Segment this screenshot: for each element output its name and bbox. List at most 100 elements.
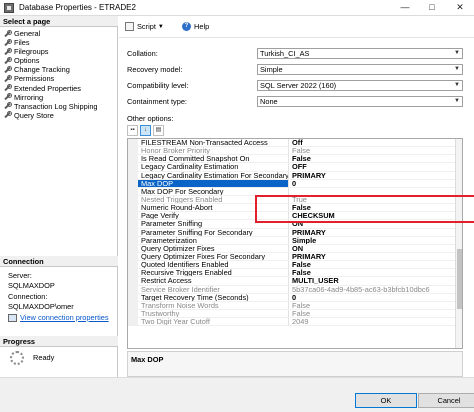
option-value[interactable] (290, 188, 456, 196)
option-value[interactable]: False (290, 155, 456, 164)
sidebar-item-general[interactable]: General (3, 29, 116, 38)
option-row[interactable]: Transform Noise Words False (128, 301, 462, 310)
wrench-icon (3, 38, 12, 47)
option-name: Restrict Access (138, 277, 289, 286)
option-row[interactable]: Parameter Sniffing ON (128, 220, 462, 229)
option-value[interactable]: 5b37ca06-4ad9-4b85-ac63-b3bfcb10dbc6 (290, 286, 456, 294)
sidebar-item-filegroups[interactable]: Filegroups (3, 47, 116, 56)
containment-type-select[interactable]: None ▼ (257, 96, 463, 107)
sidebar-item-options[interactable]: Options (3, 56, 116, 65)
option-name: Parameterization (138, 236, 289, 245)
option-row[interactable]: Query Optimizer Fixes For Secondary PRIMA… (128, 252, 462, 262)
other-options-label: Other options: (127, 114, 174, 123)
option-name: Recursive Triggers Enabled (138, 269, 289, 278)
title-bar: Database Properties - ETRADE2 — □ ✕ (0, 0, 474, 16)
sidebar-item-extended-properties[interactable]: Extended Properties (3, 84, 116, 93)
option-row[interactable]: Honor Broker Priority False (128, 147, 462, 156)
option-value[interactable]: MULTI_USER (290, 277, 456, 286)
sidebar-item-permissions[interactable]: Permissions (3, 74, 116, 83)
sidebar-item-label: Filegroups (14, 47, 49, 57)
minimize-button[interactable]: — (392, 0, 418, 16)
option-value[interactable]: Simple (290, 237, 456, 245)
script-button[interactable]: Script ▼ (125, 22, 164, 31)
chevron-down-icon: ▼ (454, 66, 460, 72)
option-value[interactable]: OFF (290, 163, 456, 172)
sidebar-item-query-store[interactable]: Query Store (3, 111, 116, 120)
close-button[interactable]: ✕ (447, 0, 473, 16)
option-row[interactable]: Is Read Committed Snapshot On False (128, 155, 462, 164)
option-row[interactable]: Target Recovery Time (Seconds) 0 (128, 293, 462, 302)
option-row[interactable]: Max DOP 0 (128, 179, 462, 188)
view-connection-properties-link[interactable]: View connection properties (20, 313, 109, 322)
option-value[interactable]: PRIMARY (290, 172, 456, 180)
chevron-down-icon: ▼ (157, 23, 164, 30)
option-value[interactable]: False (290, 310, 456, 319)
option-name: Query Optimizer Fixes For Secondary (138, 252, 289, 262)
script-icon (125, 22, 134, 31)
row-gutter (128, 301, 138, 310)
option-row[interactable]: FILESTREAM Non-Transacted Access Off (128, 139, 462, 148)
recovery-model-select[interactable]: Simple ▼ (257, 64, 463, 75)
grid-scrollbar[interactable] (455, 139, 462, 348)
option-row[interactable]: Legacy Cardinality Estimation For Second… (128, 171, 462, 180)
option-value[interactable]: CHECKSUM (290, 212, 456, 221)
option-value[interactable]: PRIMARY (290, 253, 456, 262)
alphabetical-sort-icon[interactable]: ↓ (140, 125, 151, 136)
option-name: Parameter Sniffing For Secondary (138, 228, 289, 237)
option-row[interactable]: Parameterization Simple (128, 236, 462, 245)
option-row[interactable]: Service Broker Identifier 5b37ca06-4ad9-4… (128, 285, 462, 294)
option-value[interactable]: True (290, 196, 456, 205)
sidebar-item-label: Query Store (14, 110, 54, 120)
option-row[interactable]: Max DOP For Secondary (128, 187, 462, 196)
option-value[interactable]: 2049 (290, 318, 456, 327)
option-name: Parameter Sniffing (138, 220, 289, 229)
compatibility-level-row: Compatibility level: SQL Server 2022 (16… (127, 80, 467, 91)
row-gutter (128, 171, 138, 180)
option-name: Service Broker Identifier (138, 285, 289, 294)
sidebar-item-mirroring[interactable]: Mirroring (3, 93, 116, 102)
option-value[interactable]: False (290, 261, 456, 270)
option-row[interactable]: Legacy Cardinality Estimation OFF (128, 163, 462, 172)
option-value[interactable]: ON (290, 220, 456, 229)
option-value[interactable]: False (290, 269, 456, 278)
chevron-down-icon: ▼ (454, 50, 460, 56)
option-row[interactable]: Two Digit Year Cutoff 2049 (128, 318, 462, 327)
option-row[interactable]: Restrict Access MULTI_USER (128, 277, 462, 286)
sidebar-item-transaction-log-shipping[interactable]: Transaction Log Shipping (3, 102, 116, 111)
cancel-button[interactable]: Cancel (418, 393, 474, 408)
sidebar-item-change-tracking[interactable]: Change Tracking (3, 65, 116, 74)
collation-select[interactable]: Turkish_CI_AS ▼ (257, 48, 463, 59)
categorized-sort-icon[interactable]: ▪▪ (127, 125, 138, 136)
option-value[interactable]: 0 (290, 180, 456, 188)
option-name: Max DOP (138, 179, 289, 188)
option-row[interactable]: Quoted Identifiers Enabled False (128, 261, 462, 270)
option-value[interactable]: False (290, 147, 456, 156)
option-value[interactable]: False (290, 204, 456, 213)
row-gutter (128, 155, 138, 164)
option-value[interactable]: PRIMARY (290, 229, 456, 237)
row-gutter (128, 261, 138, 270)
connection-properties-icon (8, 314, 17, 323)
option-row[interactable]: Recursive Triggers Enabled False (128, 269, 462, 278)
option-value[interactable]: False (290, 302, 456, 310)
option-row[interactable]: Numeric Round-Abort False (128, 204, 462, 213)
row-gutter (128, 269, 138, 278)
option-row[interactable]: Query Optimizer Fixes ON (128, 244, 462, 253)
maximize-button[interactable]: □ (419, 0, 445, 16)
sidebar-item-files[interactable]: Files (3, 38, 116, 47)
option-row[interactable]: Parameter Sniffing For Secondary PRIMARY (128, 228, 462, 237)
option-value[interactable]: 0 (290, 294, 456, 302)
grid-scrollbar-thumb[interactable] (457, 249, 462, 309)
property-pages-icon[interactable]: ▤ (153, 125, 164, 136)
wrench-icon (3, 56, 12, 65)
option-row[interactable]: Nested Triggers Enabled True (128, 195, 462, 205)
wrench-icon (3, 111, 12, 119)
option-value[interactable]: ON (290, 245, 456, 253)
option-value[interactable]: Off (290, 139, 456, 148)
compatibility-level-select[interactable]: SQL Server 2022 (160) ▼ (257, 80, 463, 91)
ok-button[interactable]: OK (355, 393, 417, 408)
help-button[interactable]: ? Help (182, 22, 209, 31)
wrench-icon (3, 84, 12, 92)
option-row[interactable]: Trustworthy False (128, 309, 462, 319)
option-row[interactable]: Page Verify CHECKSUM (128, 212, 462, 221)
